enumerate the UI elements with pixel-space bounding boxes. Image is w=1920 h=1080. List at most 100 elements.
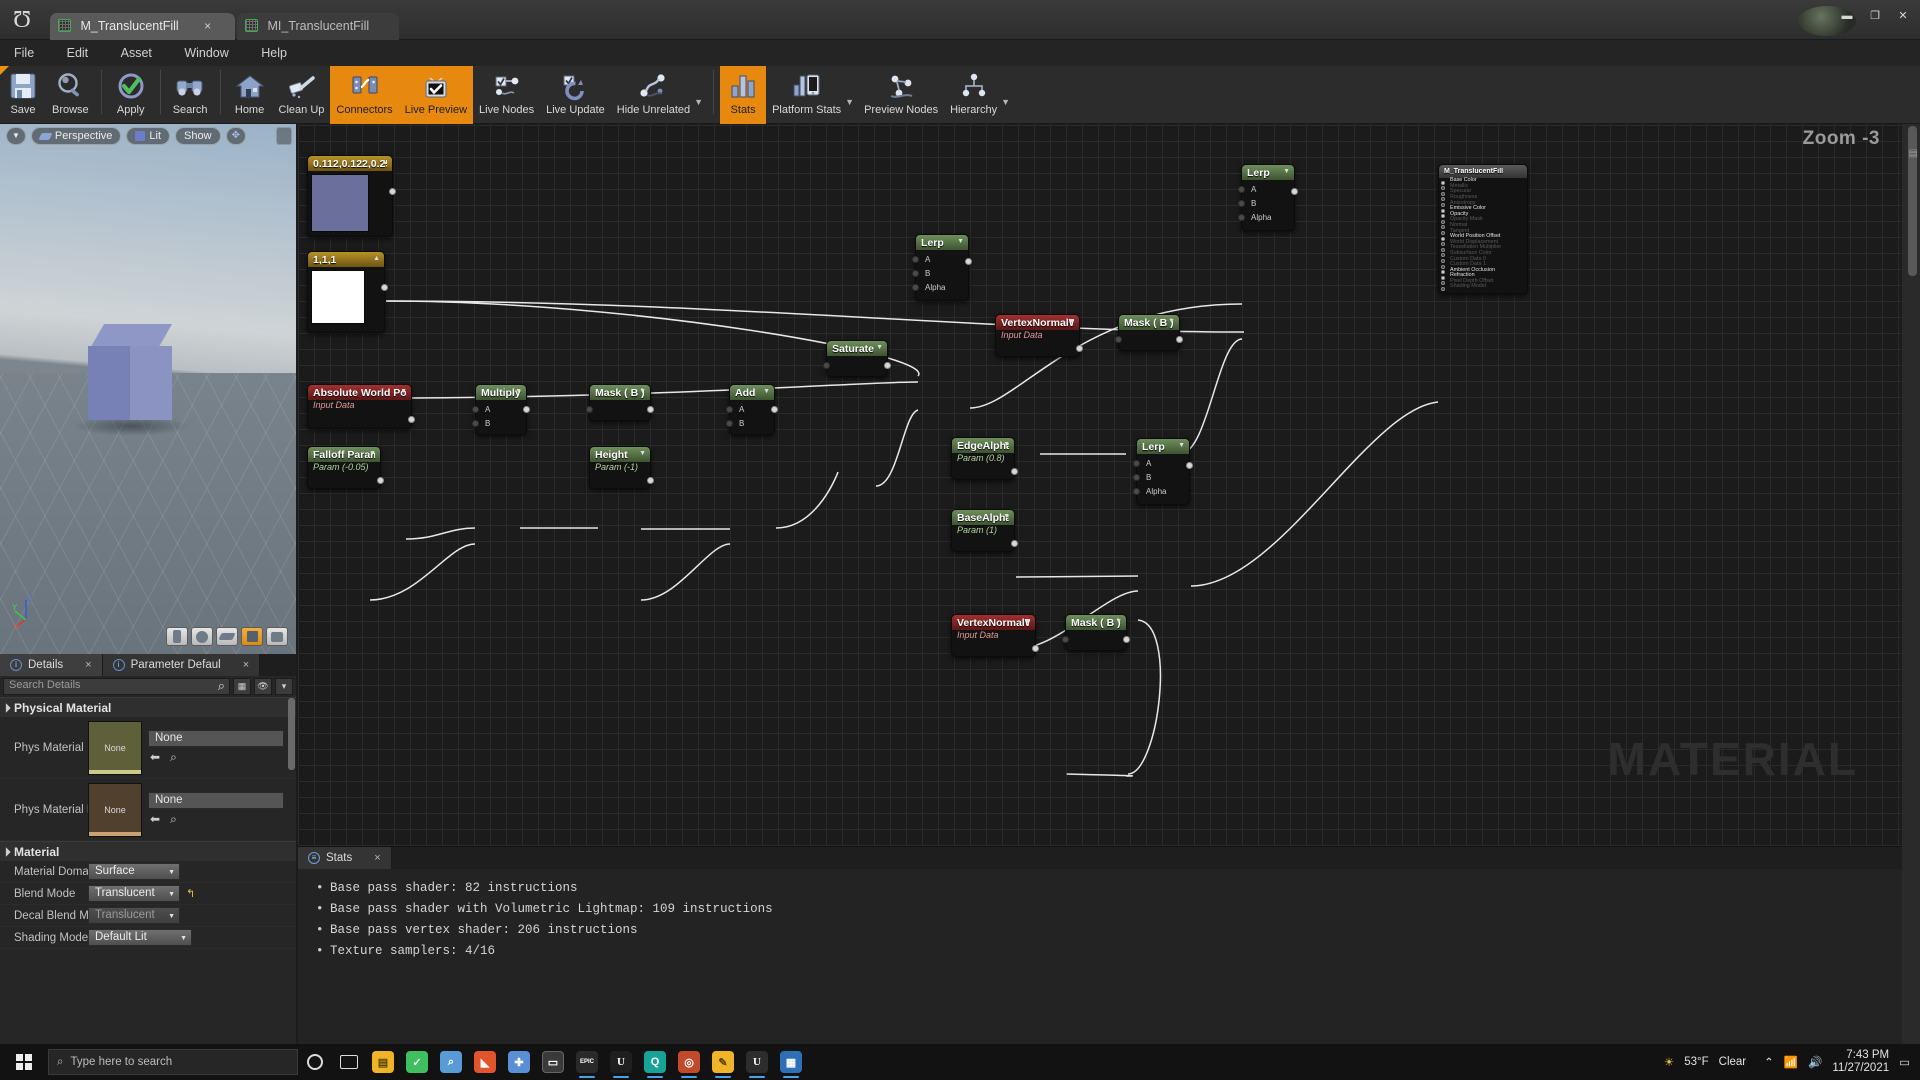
output-pin[interactable]: [389, 188, 396, 195]
output-pin[interactable]: [965, 258, 972, 265]
node-base-alpha-param[interactable]: BaseAlpha ▼ Param (1): [951, 509, 1018, 552]
output-pin[interactable]: [1076, 345, 1083, 352]
input-pin-b[interactable]: [912, 270, 919, 277]
output-pin[interactable]: [1123, 636, 1130, 643]
node-height-param[interactable]: Height ▼ Param (-1): [589, 446, 654, 489]
blend-mode-select[interactable]: Translucent: [88, 885, 180, 902]
details-grid-view-icon[interactable]: ▦: [233, 678, 251, 695]
toolbar-button-clean-up[interactable]: Clean Up: [273, 66, 331, 124]
chevron-down-icon[interactable]: ▼: [1115, 618, 1122, 625]
preview-shape-plane-button[interactable]: [216, 627, 238, 646]
unreal-engine-icon[interactable]: U: [604, 1044, 638, 1080]
green-shield-icon[interactable]: ✓: [400, 1044, 434, 1080]
taskbar-search-box[interactable]: ⌕ Type here to search: [48, 1049, 298, 1075]
reset-to-default-icon[interactable]: ↰: [186, 887, 195, 900]
toolbar-button-search[interactable]: Search: [167, 66, 214, 124]
toolbar-button-browse[interactable]: Browse: [46, 66, 95, 124]
file-explorer-icon[interactable]: ▤: [366, 1044, 400, 1080]
chevron-up-icon[interactable]: ▲: [381, 159, 388, 166]
chevron-down-icon[interactable]: ▼: [1003, 513, 1010, 520]
preview-shape-cylinder-button[interactable]: [166, 627, 188, 646]
use-selected-arrow-icon[interactable]: ⬅: [150, 812, 160, 827]
toolbar-button-platform-stats[interactable]: Platform Stats: [766, 66, 847, 124]
node-constant-vector-color[interactable]: 0.112,0.122,0.254 ▲: [307, 155, 396, 237]
input-pin-b[interactable]: [1133, 474, 1140, 481]
shading-model-select[interactable]: Default Lit: [88, 929, 192, 946]
toolbar-button-live-nodes[interactable]: Live Nodes: [473, 66, 540, 124]
cortana-icon[interactable]: [298, 1044, 332, 1080]
preview-shape-custom-button[interactable]: [266, 627, 288, 646]
network-icon[interactable]: 📶: [1784, 1055, 1798, 1069]
minimize-button[interactable]: ▬: [1834, 6, 1860, 26]
preview-shape-cube-button[interactable]: [241, 627, 263, 646]
brave-browser-icon[interactable]: ◣: [468, 1044, 502, 1080]
chevron-down-icon[interactable]: ▼: [876, 344, 883, 351]
chevron-down-icon[interactable]: ▼: [1178, 442, 1185, 449]
tab-details[interactable]: i Details ×: [0, 654, 103, 676]
close-icon[interactable]: ×: [85, 659, 91, 671]
task-view-icon[interactable]: [332, 1044, 366, 1080]
toolbar-button-home[interactable]: Home: [227, 66, 273, 124]
toolbar-button-preview-nodes[interactable]: Preview Nodes: [858, 66, 944, 124]
output-pin[interactable]: [1186, 462, 1193, 469]
input-pin-alpha[interactable]: [912, 284, 919, 291]
notepad-icon[interactable]: ✎: [706, 1044, 740, 1080]
tab-stats[interactable]: ≡ Stats ×: [298, 847, 392, 869]
chevron-down-icon[interactable]: ▼: [369, 450, 376, 457]
chevron-down-icon[interactable]: ▼: [639, 450, 646, 457]
output-pin[interactable]: [408, 416, 415, 423]
input-pin-a[interactable]: [1238, 186, 1245, 193]
unreal-editor-icon[interactable]: U: [740, 1044, 774, 1080]
toolbar-button-live-preview[interactable]: Live Preview: [398, 66, 474, 124]
material-preview-viewport[interactable]: ▼ Perspective Lit Show ✥ Z X Y: [0, 124, 296, 654]
tab-parameter-defaults[interactable]: i Parameter Defaul ×: [102, 654, 261, 676]
toolbar-button-save[interactable]: Save: [0, 66, 46, 124]
node-multiply[interactable]: Multiply ▼ A B: [472, 384, 530, 435]
chevron-down-icon[interactable]: ▼: [957, 238, 964, 245]
chevron-down-icon[interactable]: ▼: [639, 388, 646, 395]
viewport-options-button[interactable]: ▼: [6, 127, 26, 145]
quixel-bridge-icon[interactable]: Q: [638, 1044, 672, 1080]
clock[interactable]: 7:43 PM 11/27/2021: [1832, 1049, 1889, 1075]
input-pin-a[interactable]: [472, 406, 479, 413]
output-pin[interactable]: [1032, 645, 1039, 652]
output-pin[interactable]: [1011, 540, 1018, 547]
node-absolute-world-position[interactable]: Absolute World Position ▼ Input Data: [307, 384, 415, 429]
section-material[interactable]: Material: [0, 841, 296, 861]
color-swatch[interactable]: [311, 174, 369, 232]
substance-icon[interactable]: ◎: [672, 1044, 706, 1080]
chevron-down-icon[interactable]: ▼: [1168, 318, 1175, 325]
chevron-down-icon[interactable]: ▼: [763, 388, 770, 395]
node-falloff-param[interactable]: Falloff Param ▼ Param (-0.05): [307, 446, 384, 489]
use-selected-arrow-icon[interactable]: ⬅: [150, 750, 160, 765]
output-pin[interactable]: [647, 477, 654, 484]
input-pin[interactable]: [1062, 636, 1069, 643]
phys-material-mask-thumbnail[interactable]: None: [88, 782, 142, 837]
node-saturate[interactable]: Saturate ▼: [823, 340, 891, 377]
output-pin[interactable]: [1291, 188, 1298, 195]
details-settings-chevron-icon[interactable]: ▾: [275, 678, 293, 695]
toolbar-button-connectors[interactable]: Connectors: [330, 66, 399, 124]
details-visibility-icon[interactable]: 👁: [254, 678, 272, 695]
input-pin-a[interactable]: [726, 406, 733, 413]
photos-icon[interactable]: ▦: [774, 1044, 808, 1080]
close-icon[interactable]: ×: [243, 659, 249, 671]
menu-item-window[interactable]: Window: [170, 40, 242, 66]
maximize-button[interactable]: ❐: [1862, 6, 1888, 26]
input-pin-a[interactable]: [912, 256, 919, 263]
chevron-down-icon[interactable]: ▼: [1068, 318, 1075, 325]
node-add[interactable]: Add ▼ A B: [726, 384, 778, 435]
output-pin-shading-model[interactable]: Shading Model: [1439, 283, 1527, 292]
phys-material-mask-value[interactable]: None: [148, 792, 284, 809]
output-pin[interactable]: [771, 406, 778, 413]
input-pin-alpha[interactable]: [1238, 214, 1245, 221]
notification-center-icon[interactable]: ▭: [1899, 1055, 1910, 1069]
input-pin-a[interactable]: [1133, 460, 1140, 467]
viewport-view-mode-button[interactable]: Lit: [126, 127, 171, 145]
output-pin[interactable]: [377, 477, 384, 484]
close-icon[interactable]: ×: [374, 852, 380, 864]
menu-item-file[interactable]: File: [0, 40, 48, 66]
input-pin-alpha[interactable]: [1133, 488, 1140, 495]
toolbar-button-hierarchy[interactable]: Hierarchy: [944, 66, 1003, 124]
browse-magnifier-icon[interactable]: ⌕: [170, 812, 177, 827]
